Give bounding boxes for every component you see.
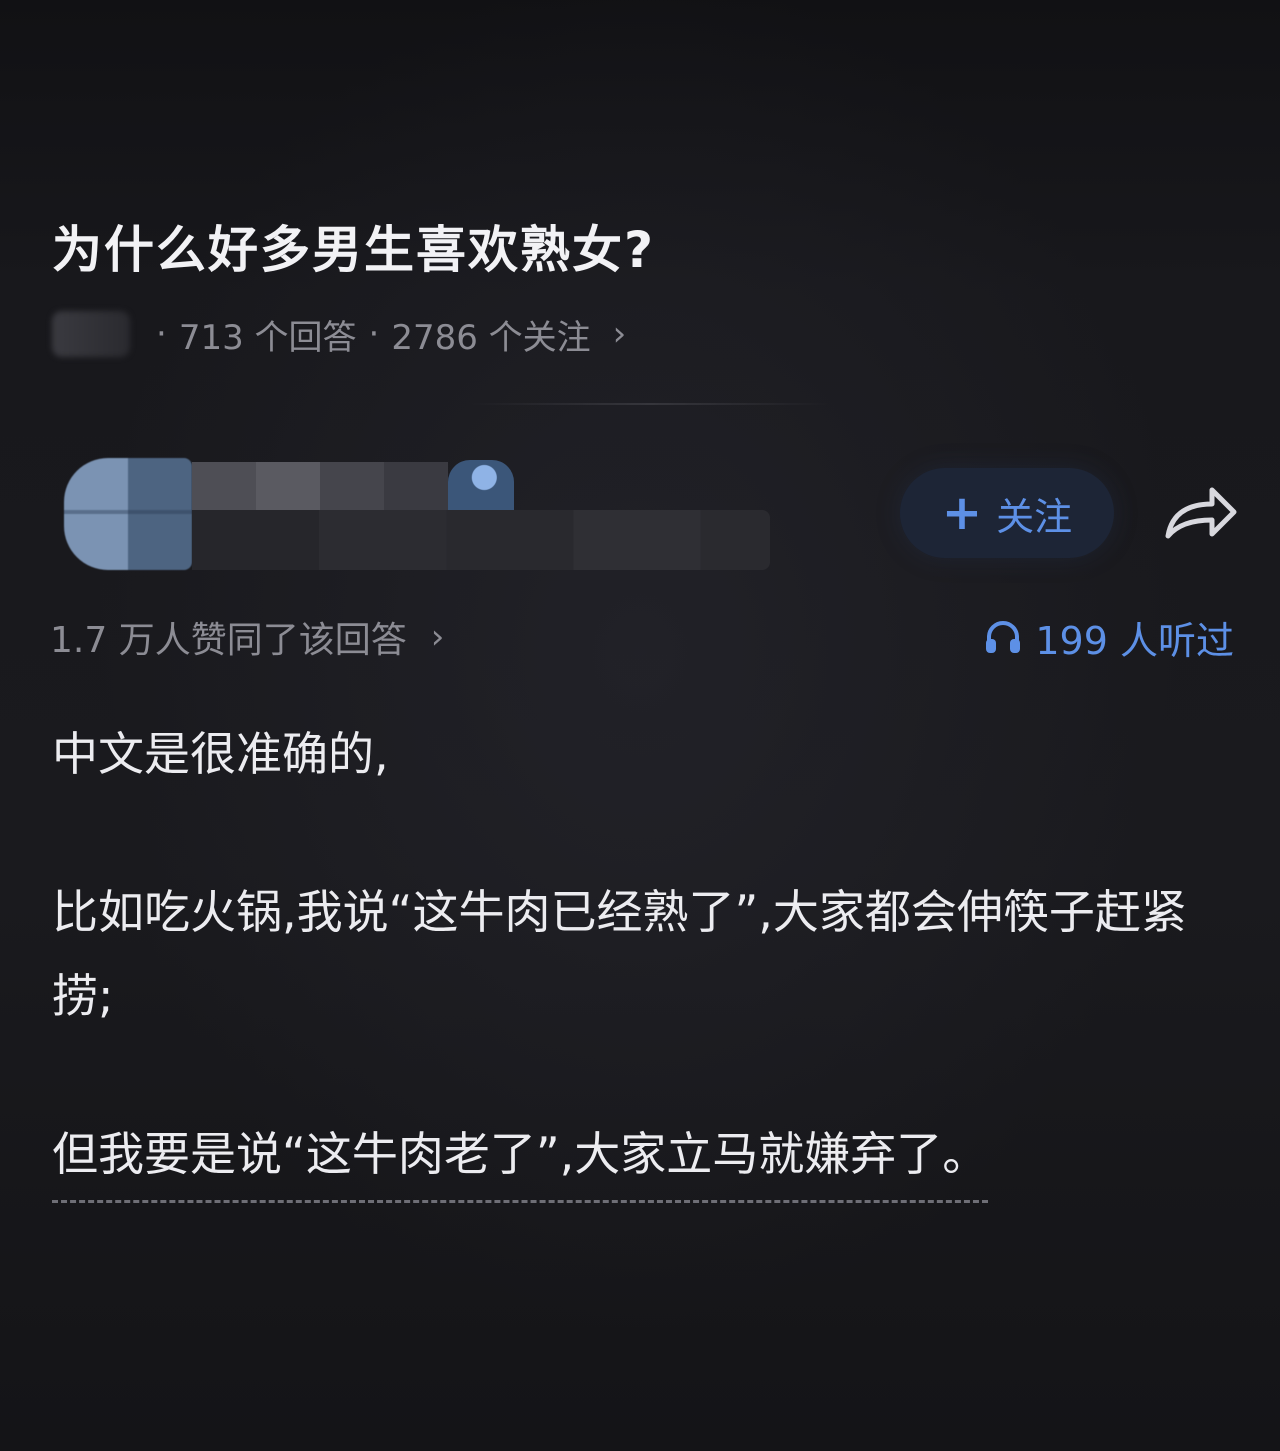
follow-button[interactable]: + 关注 xyxy=(900,468,1114,558)
answer-paragraph: 比如吃火锅,我说“这牛肉已经熟了”,大家都会伸筷子赶紧捞; xyxy=(52,885,1187,1023)
answer-paragraph: 中文是很准确的, xyxy=(52,727,389,781)
avatar[interactable] xyxy=(64,458,192,570)
question-title[interactable]: 为什么好多男生喜欢熟女? xyxy=(52,214,655,286)
answer-count: 713 个回答 xyxy=(178,317,357,358)
author-info[interactable] xyxy=(64,458,774,574)
headphone-icon xyxy=(986,621,1021,653)
chevron-right-icon: › xyxy=(612,314,627,354)
plus-icon: + xyxy=(941,485,983,541)
author-badge-icon xyxy=(448,460,514,510)
chevron-right-icon: › xyxy=(430,617,445,657)
listen-count-label: 199 人听过 xyxy=(1035,618,1234,663)
listen-button[interactable]: 199 人听过 xyxy=(983,610,1234,664)
share-arrow-icon xyxy=(1165,487,1237,539)
meta-separator: · xyxy=(368,314,380,354)
author-bio-redacted xyxy=(192,510,770,570)
divider xyxy=(470,403,830,405)
meta-separator: · xyxy=(156,314,167,354)
follow-label: 关注 xyxy=(996,494,1073,539)
share-button[interactable] xyxy=(1160,480,1240,548)
agree-count: 1.7 万人赞同了该回答 xyxy=(50,620,407,661)
agree-count-link[interactable]: 1.7 万人赞同了该回答 › xyxy=(50,610,444,664)
author-name-redacted[interactable] xyxy=(192,462,448,510)
follower-count: 2786 个关注 xyxy=(391,317,591,358)
topic-redacted xyxy=(52,311,130,357)
question-meta[interactable]: · 713 个回答 · 2786 个关注 › xyxy=(52,306,626,362)
answer-paragraph-highlighted[interactable]: 但我要是说“这牛肉老了”,大家立马就嫌弃了。 xyxy=(52,1112,989,1203)
